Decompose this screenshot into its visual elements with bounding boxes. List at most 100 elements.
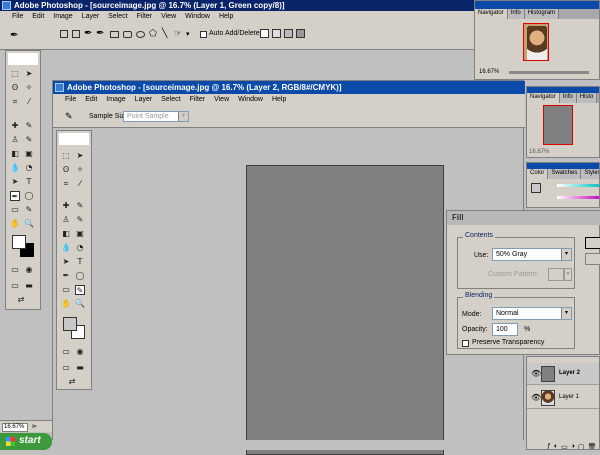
eye-icon[interactable]: 👁 [531,369,541,378]
menu-window[interactable]: Window [185,13,210,20]
menu-edit[interactable]: Edit [32,13,44,20]
line-icon[interactable]: ╲ [162,28,167,39]
eyedropper-tool-icon[interactable]: ✎ [75,285,85,295]
auto-add-delete-checkbox[interactable] [200,31,207,38]
jump-to-imageready-icon[interactable]: ⇄ [16,295,26,305]
gradient-tool-icon[interactable]: ▣ [75,229,85,239]
jump-to-imageready-icon[interactable]: ⇄ [67,377,77,387]
foreground-color-swatch[interactable] [12,235,26,249]
menu-layer[interactable]: Layer [82,13,100,20]
menu-file[interactable]: File [12,13,23,20]
chevron-down-icon[interactable]: ▾ [186,30,190,38]
hand-tool-icon[interactable]: ✋ [10,219,20,229]
history-brush-icon[interactable]: ✎ [75,215,85,225]
trash-icon[interactable]: 🗑 [588,443,597,449]
rectangle-icon[interactable] [110,31,119,38]
marquee-tool-icon[interactable]: ⬚ [10,69,20,79]
healing-brush-icon[interactable]: ✚ [61,201,71,211]
quick-mask-icon[interactable]: ◉ [75,347,85,357]
marquee-tool-icon[interactable]: ⬚ [61,151,71,161]
notes-tool-icon[interactable]: ▭ [61,285,71,295]
eyedropper-preset-icon[interactable]: ✎ [65,111,73,122]
custom-shape-icon[interactable]: ☞ [174,28,182,39]
color-fg-swatch[interactable] [531,183,541,193]
pen-tool-preset-icon[interactable]: ✒ [10,30,18,41]
mask-icon[interactable]: ◐ [554,443,558,449]
sample-size-select[interactable]: Point Sample ▾ [123,111,189,122]
inner-title-bar[interactable]: Adobe Photoshop - [sourceimage.jpg @ 16.… [53,81,525,94]
magic-wand-tool-icon[interactable]: ✧ [75,165,85,175]
shape-layers-icon[interactable] [60,30,68,38]
paths-icon[interactable] [72,30,80,38]
crop-tool-icon[interactable]: ⌗ [10,97,20,107]
stamp-tool-icon[interactable]: ♙ [61,215,71,225]
ok-button[interactable] [585,237,600,249]
quick-mask-icon[interactable]: ◉ [24,265,34,275]
path-selection-icon[interactable]: ➤ [10,177,20,187]
menu-help[interactable]: Help [272,96,286,103]
slice-tool-icon[interactable]: ⁄ [75,179,85,189]
notes-tool-icon[interactable]: ▭ [10,205,20,215]
shape-tool-icon[interactable]: ◯ [75,271,85,281]
history-brush-icon[interactable]: ✎ [24,135,34,145]
dodge-tool-icon[interactable]: ◔ [75,243,85,253]
tab-histogram[interactable]: Histo [576,93,598,103]
pen-tool-icon[interactable]: ✒ [61,271,71,281]
hand-tool-icon[interactable]: ✋ [61,299,71,309]
preserve-transparency-checkbox[interactable] [462,340,469,347]
cancel-button[interactable] [585,253,600,265]
menu-select[interactable]: Select [161,96,180,103]
navigator-title-bar[interactable] [475,1,599,9]
lasso-tool-icon[interactable]: ʘ [61,165,71,175]
path-exclude-icon[interactable] [296,29,305,38]
blur-tool-icon[interactable]: 💧 [61,243,71,253]
standard-mode-icon[interactable]: ▭ [10,265,20,275]
type-tool-icon[interactable]: T [75,257,85,267]
opacity-input[interactable]: 100 [492,323,518,336]
tab-styles[interactable]: Styles [581,169,599,179]
crop-tool-icon[interactable]: ⌗ [61,179,71,189]
start-button[interactable]: start [0,433,52,450]
rounded-rectangle-icon[interactable] [123,31,132,38]
type-tool-icon[interactable]: T [24,177,34,187]
use-select[interactable]: 50% Gray ▾ [492,248,572,261]
foreground-color-swatch[interactable] [63,317,77,331]
gradient-tool-icon[interactable]: ▣ [24,149,34,159]
menu-layer[interactable]: Layer [135,96,153,103]
layer-style-icon[interactable]: ƒ [547,443,551,449]
fill-dialog-title-bar[interactable]: Fill [447,211,600,225]
eraser-tool-icon[interactable]: ◧ [10,149,20,159]
menu-select[interactable]: Select [108,13,127,20]
path-subtract-icon[interactable] [272,29,281,38]
screen-mode-icon[interactable]: ▭ [61,363,71,373]
stamp-tool-icon[interactable]: ♙ [10,135,20,145]
shape-tool-icon[interactable]: ◯ [24,191,34,201]
tab-color[interactable]: Color [527,169,549,179]
zoom-tool-icon[interactable]: 🔍 [24,219,34,229]
tab-navigator[interactable]: Navigator [527,93,560,103]
status-zoom[interactable]: 16.67% [2,423,28,432]
color-slider-m[interactable] [557,196,599,199]
canvas[interactable] [246,165,444,455]
path-selection-icon[interactable]: ➤ [61,257,71,267]
ellipse-icon[interactable] [136,31,145,38]
navigator-thumbnail[interactable] [543,105,573,145]
menu-edit[interactable]: Edit [85,96,97,103]
menu-filter[interactable]: Filter [137,13,153,20]
blur-tool-icon[interactable]: 💧 [10,163,20,173]
pen-tool-icon[interactable]: ✒ [10,191,20,201]
tab-swatches[interactable]: Swatches [548,169,582,179]
navigator-zoom[interactable]: 16.67% [479,69,499,75]
menu-file[interactable]: File [65,96,76,103]
polygon-icon[interactable]: ⬠ [149,28,157,39]
path-add-icon[interactable] [260,29,269,38]
brush-tool-icon[interactable]: ✎ [75,201,85,211]
menu-help[interactable]: Help [219,13,233,20]
move-tool-icon[interactable]: ➤ [24,69,34,79]
eraser-tool-icon[interactable]: ◧ [61,229,71,239]
full-screen-icon[interactable]: ▬ [24,281,34,291]
brush-tool-icon[interactable]: ✎ [24,121,34,131]
tab-info[interactable]: Info [559,93,577,103]
layer-row[interactable]: 👁 Layer 1 [527,387,599,409]
tab-navigator[interactable]: Navigator [475,9,508,19]
